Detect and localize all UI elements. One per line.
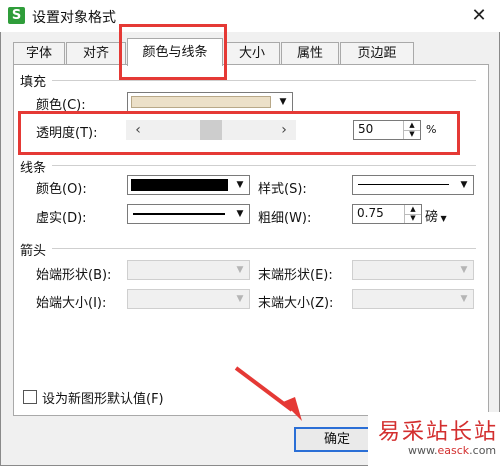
watermark-url-prefix: www.: [408, 444, 438, 457]
watermark-text: 易采站长站: [378, 420, 499, 445]
watermark: 易采站长站 www.easck.com: [368, 412, 500, 466]
watermark-url-suffix: .com: [469, 444, 497, 457]
annotation-arrow: [234, 366, 302, 421]
watermark-url-brand: easck: [437, 444, 470, 457]
tab-colors-lines[interactable]: 颜色与线条: [127, 38, 223, 66]
watermark-url: www.easck.com: [408, 444, 496, 457]
